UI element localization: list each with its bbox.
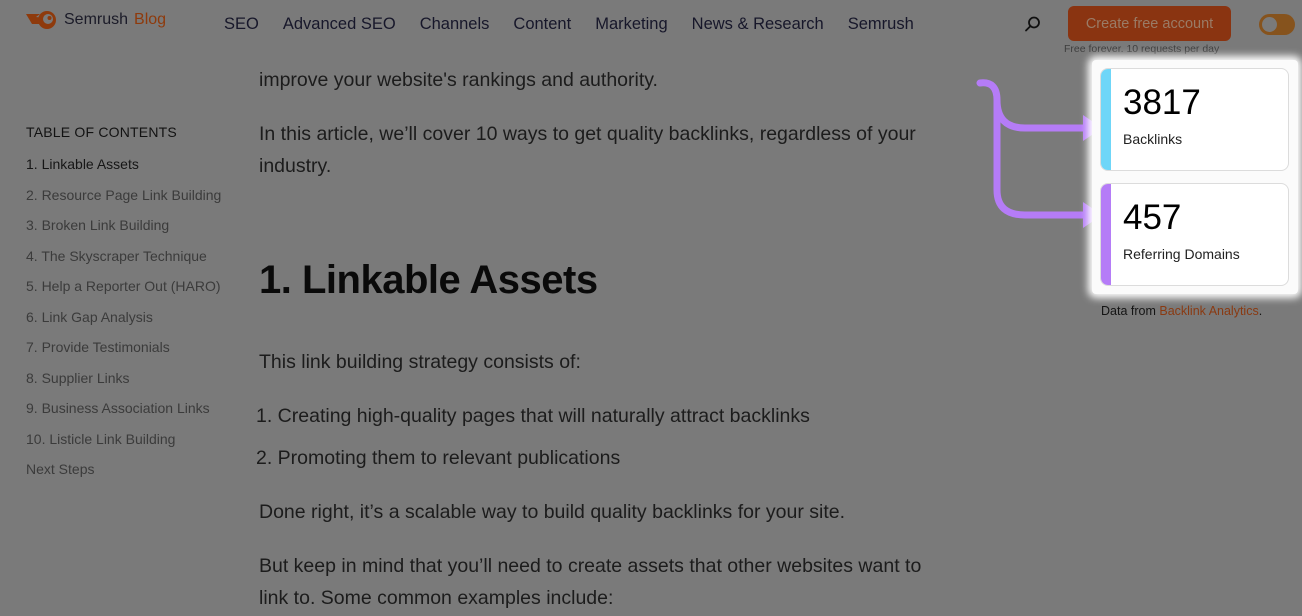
toc-title: TABLE OF CONTENTS xyxy=(26,124,177,140)
backlink-analytics-link[interactable]: Backlink Analytics xyxy=(1159,304,1258,318)
nav-news-research[interactable]: News & Research xyxy=(692,15,824,34)
toc-item-link-gap[interactable]: 6. Link Gap Analysis xyxy=(26,306,226,329)
toc-item-skyscraper[interactable]: 4. The Skyscraper Technique xyxy=(26,245,226,268)
nav-channels[interactable]: Channels xyxy=(420,15,490,34)
backlinks-card: 3817 Backlinks xyxy=(1100,68,1289,171)
backlinks-accent-bar xyxy=(1101,69,1111,170)
data-source-note: Data from Backlink Analytics. xyxy=(1101,304,1262,318)
referring-domains-accent-bar xyxy=(1101,184,1111,285)
nav-content[interactable]: Content xyxy=(513,15,571,34)
nav-marketing[interactable]: Marketing xyxy=(595,15,667,34)
list-item: 1. Creating high-quality pages that will… xyxy=(256,405,810,427)
intro-paragraph: In this article, we’ll cover 10 ways to … xyxy=(259,123,916,177)
source-suffix: . xyxy=(1258,304,1263,318)
theme-toggle[interactable] xyxy=(1259,14,1295,35)
nav-seo[interactable]: SEO xyxy=(224,15,259,34)
toc-item-business-association[interactable]: 9. Business Association Links xyxy=(26,397,226,420)
semrush-fireball-icon xyxy=(26,11,56,29)
toc-item-haro[interactable]: 5. Help a Reporter Out (HARO) xyxy=(26,275,226,298)
semrush-blog-logo[interactable]: Semrush Blog xyxy=(26,10,166,30)
intro-paragraph-tail: improve your website's rankings and auth… xyxy=(259,69,658,91)
section-heading: 1. Linkable Assets xyxy=(259,258,598,302)
backlinks-value: 3817 xyxy=(1123,83,1201,122)
search-icon[interactable] xyxy=(1024,15,1042,33)
table-of-contents: TABLE OF CONTENTS 1. Linkable Assets 2. … xyxy=(26,124,226,489)
nav-advanced-seo[interactable]: Advanced SEO xyxy=(283,15,396,34)
keep-in-mind-paragraph: But keep in mind that you’ll need to cre… xyxy=(259,555,922,609)
source-prefix: Data from xyxy=(1101,304,1160,318)
callout-arrows xyxy=(976,79,1102,228)
toc-item-resource-page[interactable]: 2. Resource Page Link Building xyxy=(26,184,226,207)
nav-semrush[interactable]: Semrush xyxy=(848,15,914,34)
logo-blog-text: Blog xyxy=(134,11,167,28)
toc-item-supplier-links[interactable]: 8. Supplier Links xyxy=(26,367,226,390)
list-item: 2. Promoting them to relevant publicatio… xyxy=(256,447,621,469)
cta-subtext: Free forever. 10 requests per day xyxy=(1064,43,1220,55)
backlinks-label: Backlinks xyxy=(1123,131,1183,147)
toc-item-testimonials[interactable]: 7. Provide Testimonials xyxy=(26,336,226,359)
referring-domains-label: Referring Domains xyxy=(1123,246,1240,262)
referring-domains-card: 457 Referring Domains xyxy=(1100,183,1289,286)
strategy-paragraph: This link building strategy consists of: xyxy=(259,351,581,373)
site-header: Semrush Blog SEO Advanced SEO Channels C… xyxy=(0,0,1302,60)
arrow-to-referring-domains xyxy=(993,96,1091,219)
done-right-paragraph: Done right, it’s a scalable way to build… xyxy=(259,501,846,523)
create-free-account-button[interactable]: Create free account xyxy=(1068,6,1231,41)
toc-item-listicle[interactable]: 10. Listicle Link Building xyxy=(26,428,226,451)
referring-domains-value: 457 xyxy=(1123,198,1182,237)
logo-text: Semrush xyxy=(64,11,129,28)
main-nav: SEO Advanced SEO Channels Content Market… xyxy=(224,15,938,34)
toc-item-next-steps[interactable]: Next Steps xyxy=(26,458,226,481)
toc-item-broken-link[interactable]: 3. Broken Link Building xyxy=(26,214,226,237)
toggle-knob xyxy=(1262,17,1277,32)
toc-item-linkable-assets[interactable]: 1. Linkable Assets xyxy=(26,153,226,176)
